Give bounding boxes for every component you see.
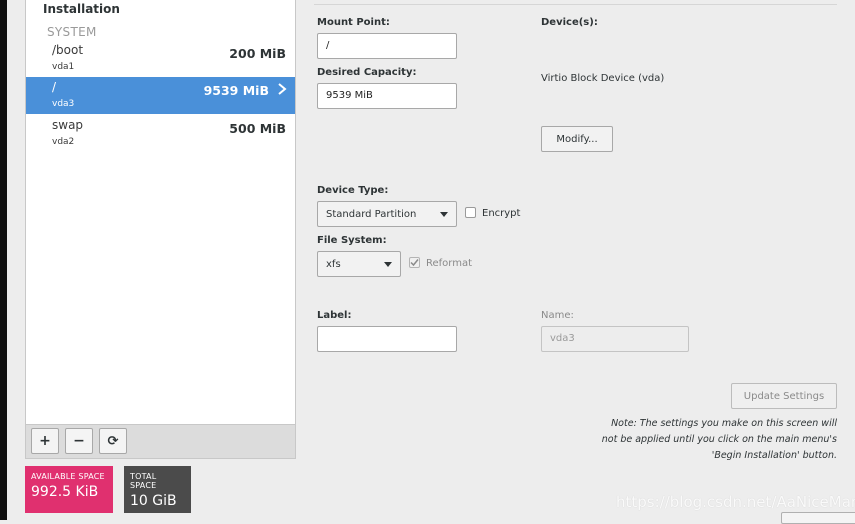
partition-mount-point: swap <box>52 118 84 132</box>
available-space-label: AVAILABLE SPACE <box>31 472 105 481</box>
partition-device: vda1 <box>52 62 75 72</box>
note-line: not be applied until you click on the ma… <box>601 434 837 445</box>
mount-point-input[interactable]: / <box>317 33 457 59</box>
name-field-label: Name: <box>541 310 574 321</box>
partition-size: 200 MiB <box>229 46 286 61</box>
update-settings-button[interactable]: Update Settings <box>731 383 837 409</box>
total-space-value: 10 GiB <box>130 493 177 509</box>
remove-partition-button[interactable]: − <box>65 428 93 454</box>
device-type-select[interactable]: Standard Partition <box>317 201 457 227</box>
watermark: https://blog.csdn.net/AaNiceMan <box>616 493 855 511</box>
desired-capacity-label: Desired Capacity: <box>317 67 417 78</box>
modify-button[interactable]: Modify... <box>541 126 613 152</box>
chevron-right-icon <box>278 83 287 95</box>
file-system-select[interactable]: xfs <box>317 251 401 277</box>
partition-size: 9539 MiB <box>203 83 269 98</box>
partition-row-swap[interactable]: swap vda2 500 MiB <box>26 115 295 152</box>
device-type-value: Standard Partition <box>326 209 417 220</box>
refresh-icon: ⟳ <box>107 433 119 449</box>
file-system-label: File System: <box>317 235 387 246</box>
total-space-label: TOTAL SPACE <box>130 472 157 490</box>
partition-list-panel: Installation SYSTEM /boot vda1 200 MiB /… <box>25 0 296 459</box>
note-line: 'Begin Installation' button. <box>711 450 837 461</box>
label-input[interactable] <box>317 326 457 352</box>
settings-note: Note: The settings you make on this scre… <box>560 416 837 464</box>
file-system-value: xfs <box>326 259 341 270</box>
dropdown-arrow-icon <box>440 212 448 217</box>
name-input: vda3 <box>541 326 689 352</box>
partition-mount-point: / <box>52 80 57 94</box>
group-label-system: SYSTEM <box>47 25 97 39</box>
partition-toolbar: + − ⟳ <box>26 424 295 458</box>
partition-device: vda3 <box>52 99 75 109</box>
partition-device: vda2 <box>52 137 75 147</box>
note-line: Note: The settings you make on this scre… <box>611 418 837 429</box>
refresh-button[interactable]: ⟳ <box>99 428 127 454</box>
dropdown-arrow-icon <box>384 262 392 267</box>
minus-icon: − <box>73 433 85 449</box>
separator <box>314 4 837 5</box>
partition-row-root[interactable]: / vda3 9539 MiB <box>26 77 295 114</box>
devices-label: Device(s): <box>541 17 598 28</box>
mount-point-label: Mount Point: <box>317 17 390 28</box>
encrypt-checkbox[interactable] <box>465 207 476 218</box>
device-type-label: Device Type: <box>317 185 389 196</box>
done-button-edge[interactable] <box>781 512 855 524</box>
plus-icon: + <box>39 433 51 449</box>
partition-size: 500 MiB <box>229 121 286 136</box>
encrypt-label: Encrypt <box>482 208 521 219</box>
add-partition-button[interactable]: + <box>31 428 59 454</box>
desired-capacity-input[interactable]: 9539 MiB <box>317 83 457 109</box>
available-space-value: 992.5 KiB <box>31 484 99 500</box>
reformat-label: Reformat <box>426 258 473 269</box>
label-field-label: Label: <box>317 310 352 321</box>
available-space-box: AVAILABLE SPACE 992.5 KiB <box>25 466 113 513</box>
window-edge <box>0 0 7 520</box>
checkmark-icon <box>410 259 419 267</box>
device-name: Virtio Block Device (vda) <box>541 73 665 84</box>
total-space-box: TOTAL SPACE 10 GiB <box>124 466 191 513</box>
partition-row-boot[interactable]: /boot vda1 200 MiB <box>26 40 295 77</box>
partition-mount-point: /boot <box>52 43 84 57</box>
section-title: Installation <box>43 2 120 16</box>
reformat-checkbox[interactable] <box>409 257 420 268</box>
